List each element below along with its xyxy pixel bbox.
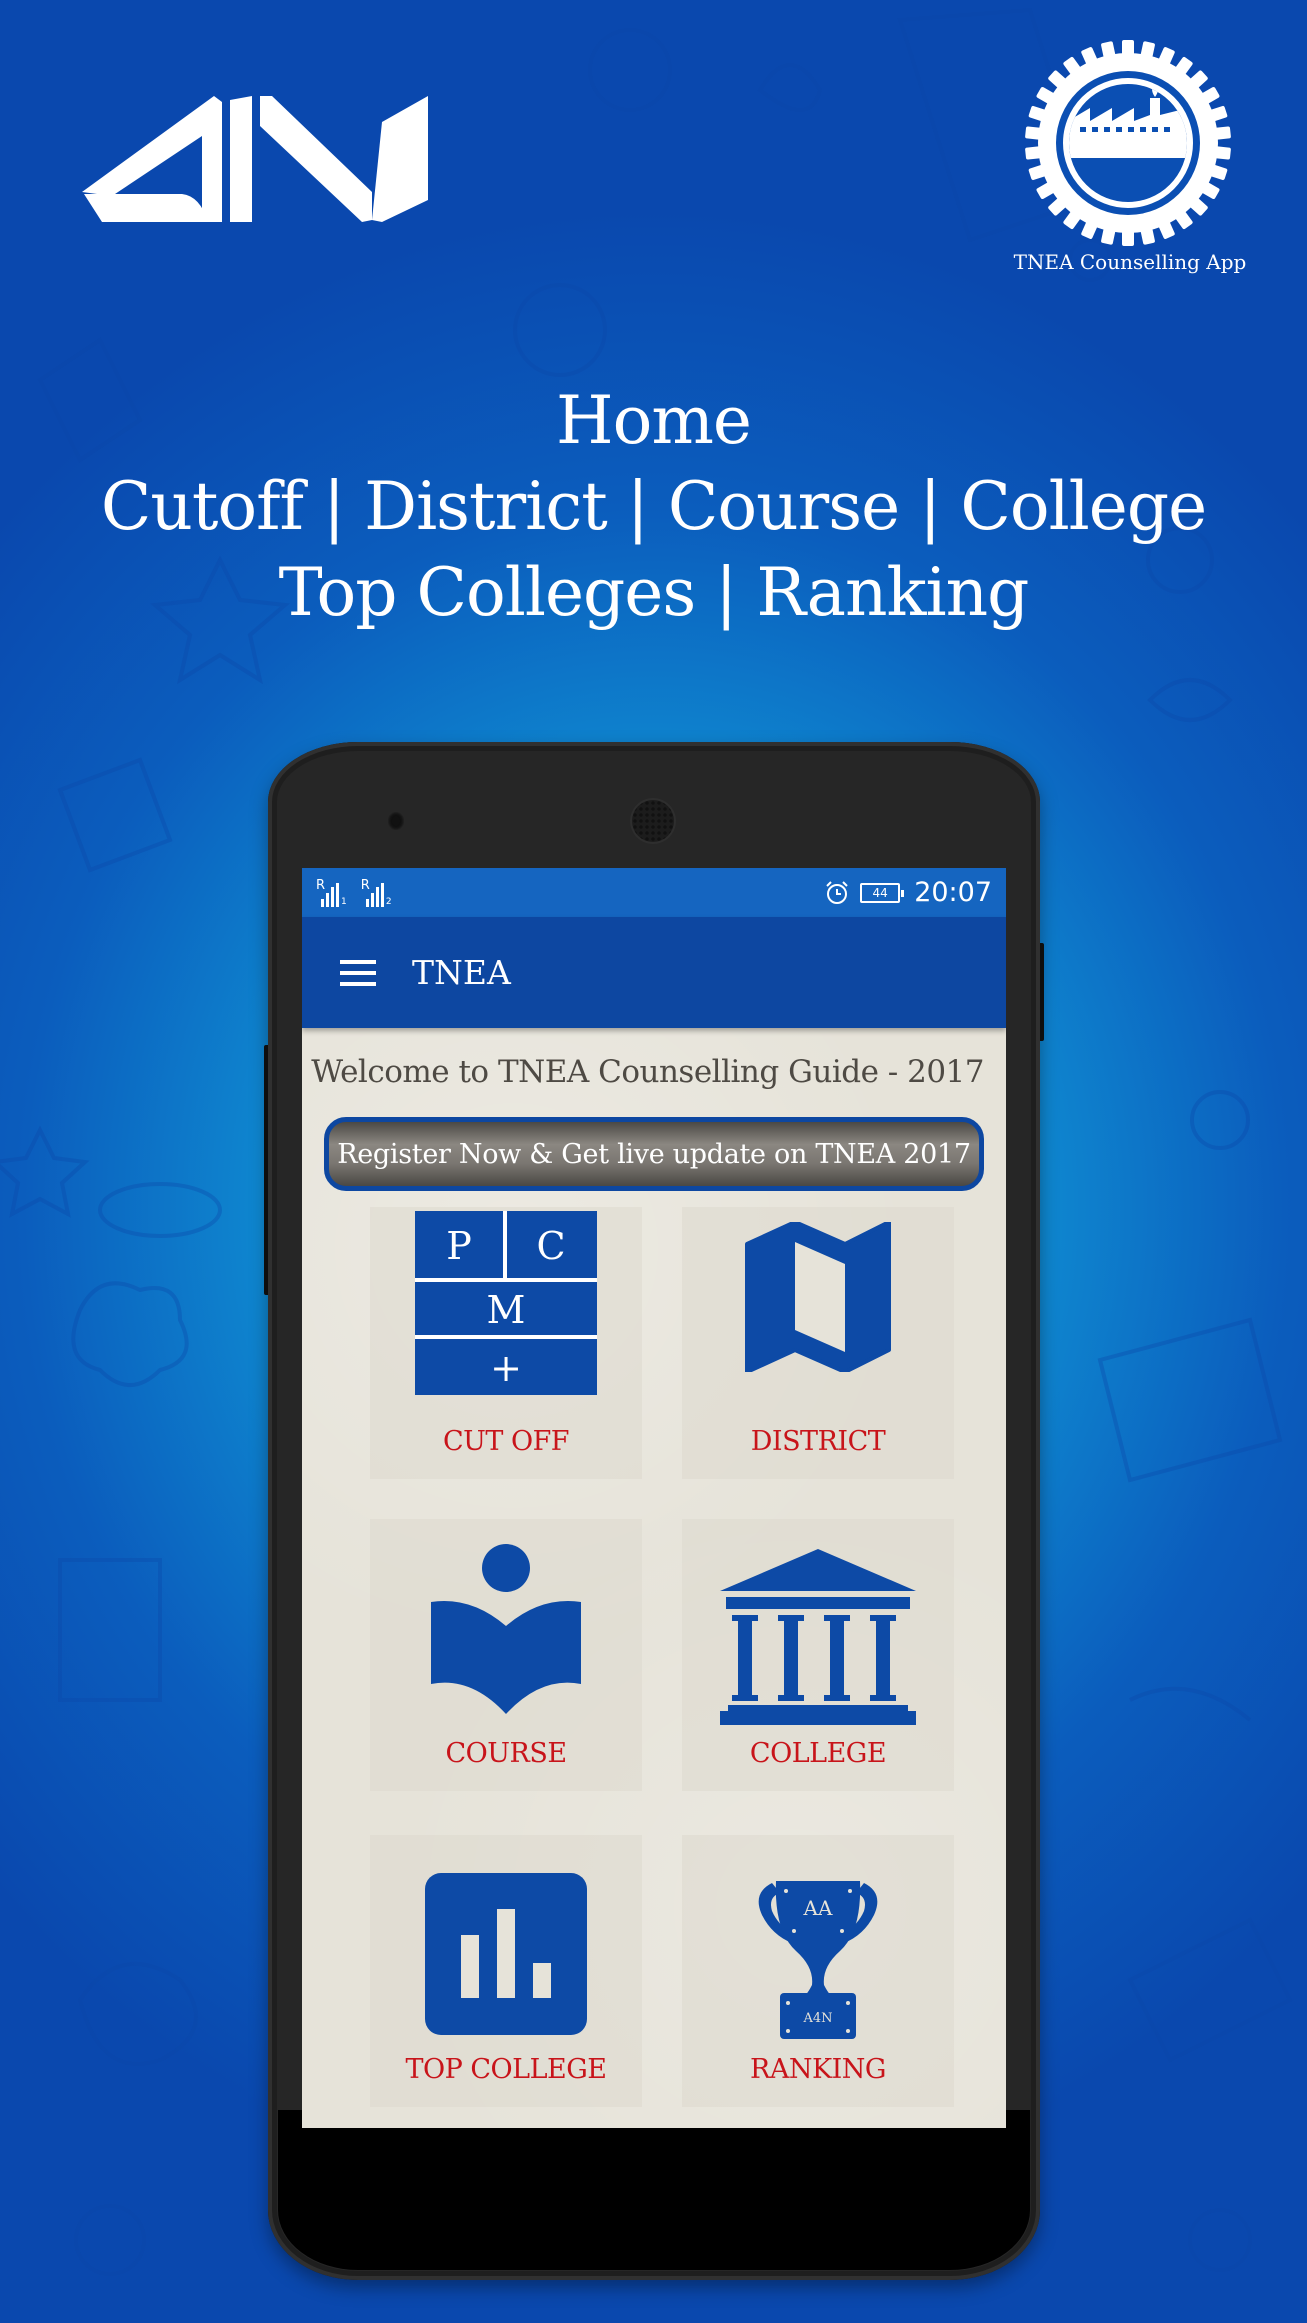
tile-label: COLLEGE xyxy=(749,1738,887,1769)
app-badge-caption: TNEA Counselling App xyxy=(1013,250,1247,274)
reader-book-icon xyxy=(431,1544,581,1714)
hero-line-more-features: Top Colleges | Ranking xyxy=(278,554,1030,631)
hero-line-home: Home xyxy=(556,382,752,459)
tile-district[interactable]: DISTRICT xyxy=(682,1207,954,1479)
tile-label: TOP COLLEGE xyxy=(405,2054,607,2085)
hero-line-features: Cutoff | District | Course | College xyxy=(100,468,1207,545)
earpiece-speaker xyxy=(632,800,674,842)
svg-text:A4N: A4N xyxy=(802,2011,832,2026)
tile-label: RANKING xyxy=(750,2054,886,2085)
signal-sim1-icon: R 1 xyxy=(316,877,347,907)
trophy-icon: AA A4N xyxy=(758,1881,878,2039)
home-content: Welcome to TNEA Counselling Guide - 2017… xyxy=(302,1028,1006,2128)
tile-course[interactable]: COURSE xyxy=(370,1519,642,1791)
tile-label: DISTRICT xyxy=(750,1426,886,1457)
battery-level: 44 xyxy=(872,885,888,900)
phone-screen: R 1 R 2 44 20:07 TNEA Welcome to TNEA Co… xyxy=(302,868,1006,2128)
alarm-clock-icon xyxy=(826,880,848,904)
hamburger-menu-icon[interactable] xyxy=(340,959,376,986)
svg-text:P: P xyxy=(446,1224,472,1268)
tile-label: CUT OFF xyxy=(442,1426,570,1457)
status-time: 20:07 xyxy=(914,877,992,908)
svg-text:M: M xyxy=(487,1288,526,1332)
ain-logo: AIN xyxy=(82,96,428,222)
tile-ranking[interactable]: AA A4N RANKING xyxy=(682,1835,954,2107)
welcome-text: Welcome to TNEA Counselling Guide - 2017 xyxy=(311,1054,984,1090)
pcm-grid-icon: P C M + xyxy=(415,1211,597,1395)
battery-icon: 44 xyxy=(860,882,905,903)
tile-top-college[interactable]: TOP COLLEGE xyxy=(370,1835,642,2107)
app-title: TNEA xyxy=(412,953,511,992)
folded-map-icon xyxy=(745,1222,891,1372)
svg-text:C: C xyxy=(536,1224,565,1268)
status-bar: R 1 R 2 44 20:07 xyxy=(302,868,1006,917)
tile-college[interactable]: COLLEGE xyxy=(682,1519,954,1791)
svg-text:+: + xyxy=(490,1346,522,1390)
phone-chin xyxy=(278,2110,1030,2270)
bar-chart-icon xyxy=(425,1873,587,2035)
tile-label: COURSE xyxy=(445,1738,567,1769)
svg-text:AA: AA xyxy=(803,1896,833,1920)
front-camera xyxy=(388,812,404,830)
app-bar: TNEA xyxy=(302,917,1006,1028)
signal-sim2-icon: R 2 xyxy=(360,877,392,907)
tnea-gear-logo xyxy=(1025,40,1231,246)
register-now-button[interactable]: Register Now & Get live update on TNEA 2… xyxy=(324,1117,984,1191)
tile-cut-off[interactable]: P C M + CUT OFF xyxy=(370,1207,642,1479)
hero-heading: Home Cutoff | District | Course | Colleg… xyxy=(0,378,1307,636)
institution-building-icon xyxy=(720,1549,916,1725)
